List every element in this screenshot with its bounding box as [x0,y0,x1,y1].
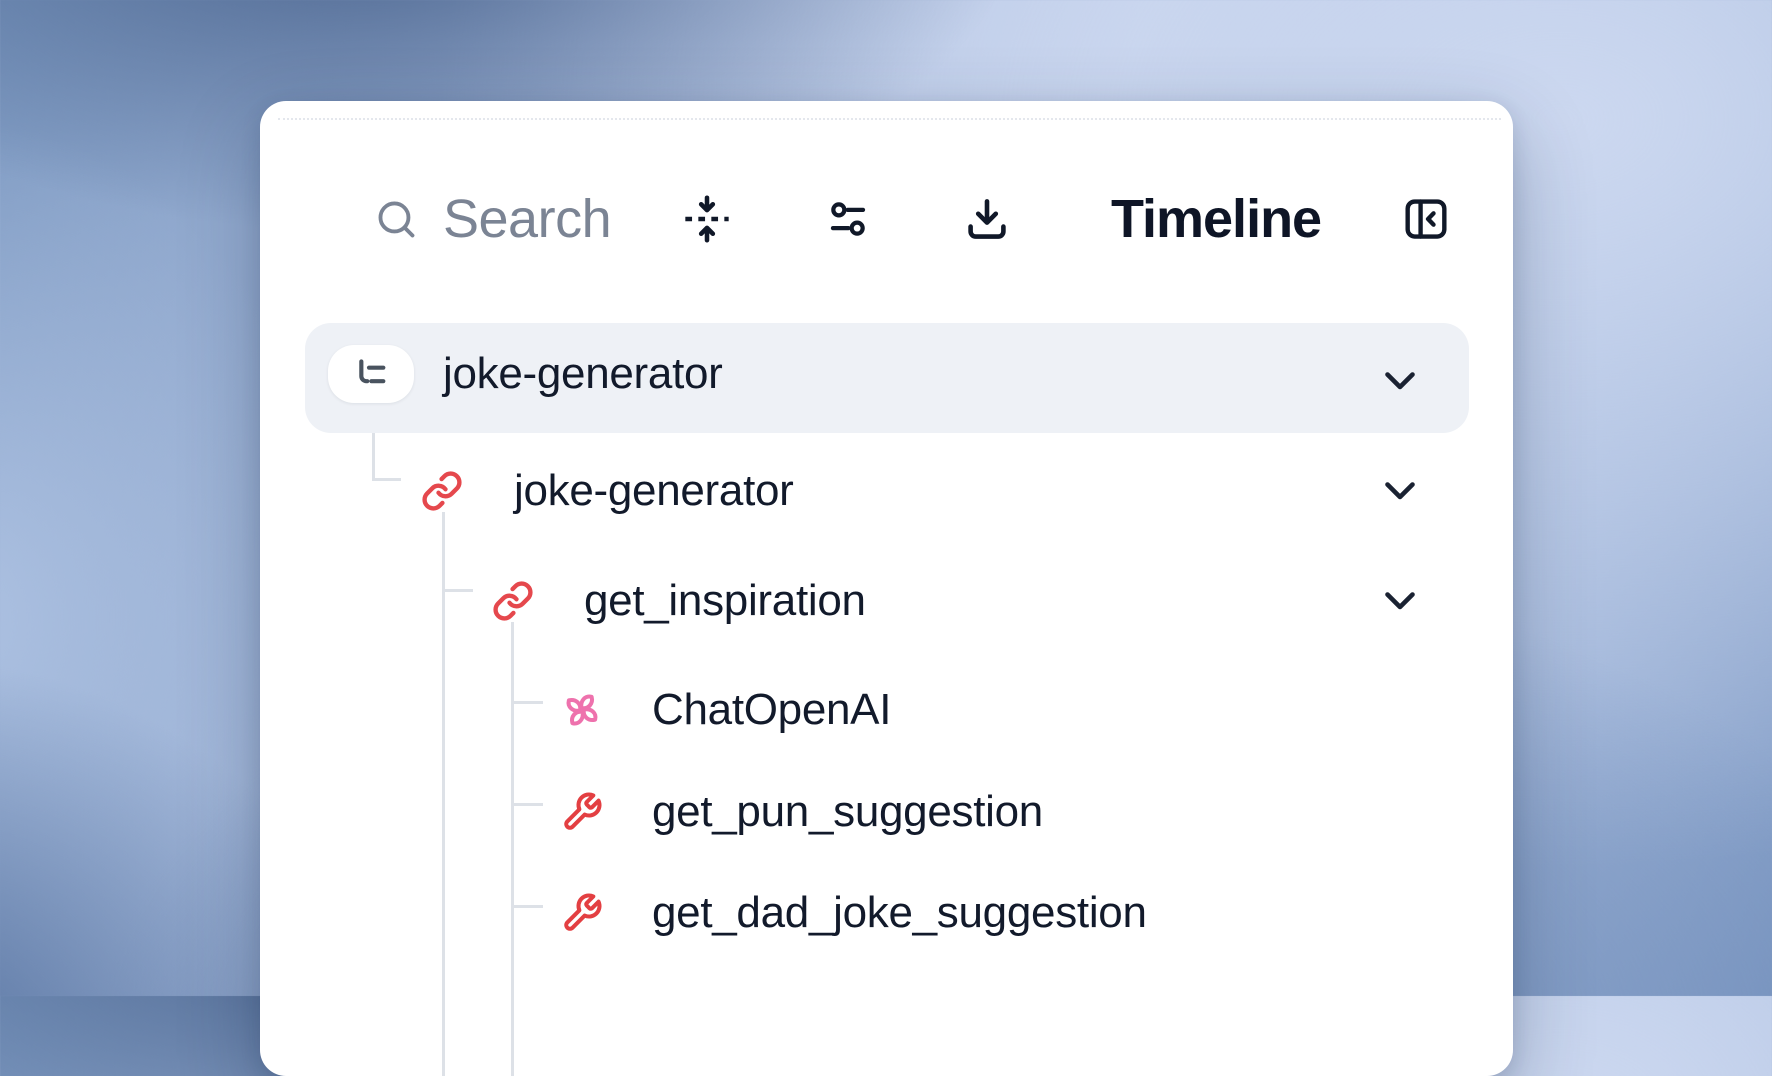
tree-row-root[interactable]: joke-generator [328,319,723,429]
row-label: get_pun_suggestion [652,787,1043,837]
trace-tree: joke-generator joke-generator get_inspir… [260,101,1513,1076]
llm-pinwheel-icon [561,689,603,731]
tree-structure-icon [351,354,391,394]
tree-row-tool[interactable]: get_dad_joke_suggestion [561,858,1147,968]
tree-connector-elbow [372,478,401,481]
tree-row-llm[interactable]: ChatOpenAI [561,655,891,765]
tree-row-chain[interactable]: get_inspiration [492,546,866,656]
tree-row-tool[interactable]: get_pun_suggestion [561,757,1043,867]
row-expander-chevron[interactable] [1382,582,1418,618]
tree-row-chain[interactable]: joke-generator [421,436,794,546]
row-expander-chevron[interactable] [1382,472,1418,508]
chevron-down-icon [1382,362,1418,398]
row-label: get_dad_joke_suggestion [652,888,1147,938]
tree-connector-line [442,512,445,1076]
wrench-icon [561,892,603,934]
row-expander-chevron[interactable] [1382,362,1418,398]
link-icon [492,580,534,622]
tree-connector-elbow [511,701,543,704]
chevron-down-icon [1382,582,1418,618]
trace-panel: Search [260,101,1513,1076]
tree-connector-elbow [511,905,543,908]
chevron-down-icon [1382,472,1418,508]
row-label: joke-generator [514,466,794,516]
wrench-icon [561,791,603,833]
link-icon [421,470,463,512]
row-label: ChatOpenAI [652,685,891,735]
row-label: get_inspiration [584,576,866,626]
tree-connector-elbow [442,589,473,592]
root-icon-badge [328,345,414,403]
tree-connector-line [511,622,514,1076]
row-label: joke-generator [443,349,723,399]
tree-connector-elbow [511,803,543,806]
